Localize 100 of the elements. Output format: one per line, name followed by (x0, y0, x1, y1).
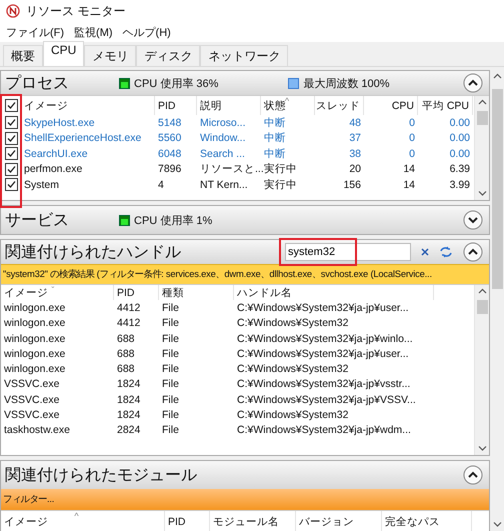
scroll-down-icon (492, 521, 502, 528)
menu-item[interactable]: ヘルプ(H) (122, 24, 171, 40)
table-cell-text: C:¥Windows¥System32 (236, 363, 350, 376)
checkbox[interactable] (4, 132, 18, 145)
table-cell-text: 38 (348, 148, 362, 160)
table-cell-text: 1824 (116, 409, 142, 422)
table-cell-text: winlogon.exe (3, 363, 66, 376)
tab[interactable]: 概要 (3, 45, 43, 66)
tab[interactable]: メモリ (84, 45, 136, 66)
column-header[interactable]: 完全なパス (382, 511, 472, 531)
tab[interactable]: ネットワーク (200, 45, 288, 66)
table-cell-text: 14 (402, 163, 416, 176)
table-cell-text: 0 (408, 132, 416, 144)
column-header[interactable]: ハンドル名 (234, 285, 434, 300)
expand-button[interactable] (463, 210, 483, 230)
scrollbar[interactable] (474, 96, 489, 200)
table-cell-text: Search ... (199, 148, 246, 160)
column-header[interactable]: モジュール名 (210, 511, 296, 531)
table-cell-text: C:¥Windows¥System32 (236, 317, 350, 330)
column-header[interactable]: バージョン (296, 511, 382, 531)
collapse-button[interactable] (463, 242, 483, 262)
table-cell-text: VSSVC.exe (3, 378, 60, 390)
table-cell-text: SearchUI.exe (23, 148, 89, 160)
app-icon (6, 4, 20, 18)
sort-arrow[interactable]: ˇ (51, 286, 54, 295)
checkbox[interactable] (4, 162, 18, 176)
column-header[interactable]: イメージ ˇ (1, 285, 114, 300)
table-cell-text: C:¥Windows¥System32¥ja-jp¥user... (236, 348, 410, 360)
table-cell-text: File (161, 332, 180, 345)
table-cell-text: 実行中 (263, 178, 298, 192)
table-cell-text: 156 (342, 178, 362, 191)
filter-bar[interactable]: フィルター... (1, 489, 489, 510)
table-cell-text: SkypeHost.exe (23, 116, 96, 129)
tab[interactable]: CPU (43, 41, 84, 66)
table-cell-text: File (161, 409, 180, 422)
checkbox[interactable] (4, 99, 18, 112)
scrollbar-thumb[interactable] (476, 300, 488, 314)
table-cell-text: 0.00 (448, 116, 471, 129)
cpu-meter-icon (119, 78, 130, 88)
column-header[interactable]: イメージ (21, 96, 155, 115)
table-cell-text: winlogon.exe (3, 348, 66, 360)
column-header[interactable]: 状態^ (261, 96, 315, 115)
column-header[interactable]: スレッド (315, 96, 364, 115)
refresh-icon[interactable] (439, 246, 453, 258)
section-header[interactable]: 関連付けられたモジュール (1, 461, 489, 489)
table-cell-text: C:¥Windows¥System32¥ja-jp¥VSSV... (236, 394, 417, 406)
table-cell-text: perfmon.exe (23, 163, 84, 176)
column-header[interactable]: 種類 (159, 285, 234, 300)
table-cell-text: 5560 (157, 132, 182, 144)
collapse-button[interactable] (463, 465, 483, 485)
table-cell-text: 2824 (116, 424, 142, 436)
section-header[interactable]: サービス CPU 使用率 1% (1, 206, 489, 234)
table-cell-text: 0.00 (448, 148, 471, 160)
table-cell-text: File (161, 317, 180, 330)
menu-item[interactable]: 監視(M) (74, 24, 113, 40)
column-header[interactable]: 説明 (197, 96, 261, 115)
clear-icon[interactable] (421, 248, 429, 256)
section-header[interactable]: 関連付けられたハンドル system32 (1, 240, 489, 264)
scrollbar-thumb[interactable] (476, 111, 488, 125)
table-cell-text: 4412 (116, 302, 142, 314)
table-cell-text: 688 (116, 332, 136, 345)
scroll-up-icon (492, 73, 502, 80)
checkbox[interactable] (4, 147, 18, 160)
section-header[interactable]: プロセス CPU 使用率 36% 最大周波数 100% (1, 71, 489, 95)
table-cell-text: File (161, 363, 180, 376)
scrollbar[interactable] (474, 285, 489, 455)
collapse-button[interactable] (463, 73, 483, 93)
legend-label: CPU 使用率 36% (134, 76, 218, 90)
table-cell-text: 中断 (263, 131, 287, 146)
table-cell-text: System (23, 178, 60, 191)
table-cell-text: 14 (402, 178, 416, 191)
table-cell-text: 37 (348, 132, 362, 144)
table-cell-text: Window... (199, 132, 247, 144)
checkbox[interactable] (4, 116, 18, 130)
column-header[interactable]: イメージ ^ (1, 511, 165, 531)
scrollbar-thumb[interactable] (492, 89, 502, 289)
filter-bar[interactable]: "system32" の検索結果 (フィルター条件: services.exe、dwm.exe、dllhost.exe、svchost.exe (LocalService... (1, 264, 489, 284)
column-header[interactable]: CPU (364, 96, 418, 115)
table-cell-text: 4412 (116, 317, 142, 330)
section-title: 関連付けられたモジュール (5, 466, 197, 486)
menu-item[interactable]: ファイル(F) (6, 24, 64, 40)
sort-arrow[interactable]: ^ (74, 512, 79, 521)
tab[interactable]: ディスク (136, 45, 200, 66)
sort-arrow[interactable]: ^ (284, 97, 290, 106)
search-field[interactable]: system32 (285, 243, 411, 261)
table-cell-text: 6.39 (448, 163, 471, 176)
section-title: プロセス (5, 74, 69, 94)
checkbox[interactable] (4, 178, 18, 192)
scroll-up-icon (478, 288, 486, 295)
table-cell-text: winlogon.exe (3, 332, 66, 345)
table-cell-text: ShellExperienceHost.exe (23, 132, 142, 144)
section-title: 関連付けられたハンドル (5, 242, 181, 262)
swatch-icon (288, 78, 300, 88)
column-header[interactable]: PID (155, 96, 197, 115)
column-header[interactable]: PID (114, 285, 159, 300)
table-cell-text: 0 (408, 116, 416, 129)
legend-label: CPU 使用率 1% (134, 214, 212, 228)
table-cell-text: C:¥Windows¥System32¥ja-jp¥winlo... (236, 332, 414, 345)
column-header[interactable]: PID (165, 511, 210, 531)
column-header[interactable]: 平均 CPU (418, 96, 473, 115)
